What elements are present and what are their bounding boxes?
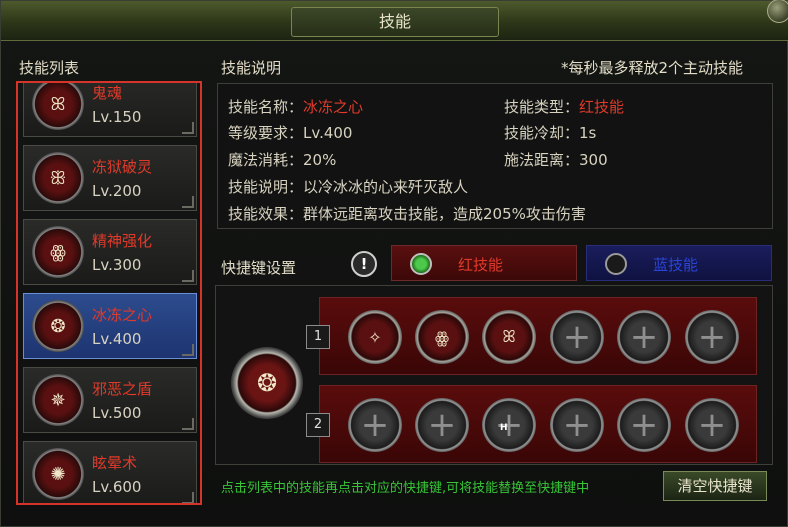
skill-type-label: 技能类型： — [504, 98, 580, 116]
skill-level: Lv.150 — [92, 108, 142, 126]
plus-icon: + — [360, 405, 390, 445]
hotkey-row-2-number: 2 — [306, 413, 330, 437]
skill-name-row: 技能名称：冰冻之心 — [228, 96, 363, 117]
blue-skill-toggle[interactable]: 蓝技能 — [586, 245, 772, 281]
skill-level: Lv.500 — [92, 404, 142, 422]
hotkey-hint-text: 点击列表中的技能再点击对应的快捷键,可将技能替换至快捷键中 — [221, 481, 590, 496]
blue-skill-label: 蓝技能 — [653, 256, 699, 274]
plus-icon: + — [697, 405, 727, 445]
corner-ornament — [182, 196, 194, 208]
hotkey-slot-1-3[interactable]: ꕤ — [482, 310, 536, 364]
hotkey-slot-2-6[interactable]: + — [685, 398, 739, 452]
plus-icon: + — [697, 317, 727, 357]
hotkey-slot-1-1[interactable]: ✧ — [348, 310, 402, 364]
skill-name: 邪恶之盾 — [92, 380, 153, 398]
plus-icon: + — [562, 405, 592, 445]
skill-level: Lv.200 — [92, 182, 142, 200]
clear-hotkeys-button[interactable]: 清空快捷键 — [663, 471, 767, 501]
selected-skill-preview-icon[interactable]: ❂ — [231, 347, 303, 419]
skill-list-item[interactable]: ꕤ 鬼魂 Lv.150 — [23, 83, 197, 137]
skill-name: 冰冻之心 — [92, 306, 153, 324]
skill-list-item[interactable]: ꕥ 冻狱破灵 Lv.200 — [23, 145, 197, 211]
skill-name: 鬼魂 — [92, 84, 123, 102]
skill-name: 眩晕术 — [92, 454, 138, 472]
plus-icon: + — [629, 317, 659, 357]
radio-unselected-icon — [605, 253, 627, 275]
skill-info-panel: 技能名称：冰冻之心 技能类型：红技能 等级要求：Lv.400 技能冷却：1s 魔… — [217, 83, 773, 229]
plus-icon: + — [562, 317, 592, 357]
cast-range: 施法距离：300 — [504, 151, 608, 169]
skill-type-row: 技能类型：红技能 — [504, 96, 624, 117]
help-icon[interactable]: ! — [351, 251, 377, 277]
corner-ornament — [182, 270, 194, 282]
hotkey-settings-title: 快捷键设置 — [221, 259, 297, 277]
hotkey-slot-2-3[interactable]: + H — [482, 398, 536, 452]
skill-list: ꕤ 鬼魂 Lv.150 ꕥ 冻狱破灵 Lv.200 ꙮ 精神强化 Lv.300 … — [16, 81, 202, 505]
skill-name: 冻狱破灵 — [92, 158, 153, 176]
plus-icon: + — [629, 405, 659, 445]
hotkey-slot-2-1[interactable]: + — [348, 398, 402, 452]
hotkey-slot-1-6[interactable]: + — [685, 310, 739, 364]
frost-prison-skill-icon: ꕥ — [32, 152, 84, 204]
ghost-skill-icon: ꕤ — [502, 327, 516, 346]
hotkey-slot-2-4[interactable]: + — [550, 398, 604, 452]
spirit-boost-skill-icon: ꙮ — [32, 226, 84, 278]
frozen-heart-skill-icon: ❂ — [32, 300, 84, 352]
window-title: 技能 — [291, 7, 499, 37]
radio-selected-icon — [410, 253, 432, 275]
red-skill-label: 红技能 — [458, 256, 504, 274]
close-icon[interactable] — [767, 0, 788, 23]
skill-description-title: 技能说明 — [221, 59, 282, 77]
skill-description-text: 技能说明：以冷冰冰的心来歼灭敌人 — [228, 178, 469, 196]
hotkey-slot-2-2[interactable]: + — [415, 398, 469, 452]
hotkey-row-1-number: 1 — [306, 325, 330, 349]
skill-name-label: 技能名称： — [228, 98, 304, 116]
hotkey-slot-2-5[interactable]: + — [617, 398, 671, 452]
spirit-boost-skill-icon: ꙮ — [434, 327, 450, 347]
corner-ornament — [182, 492, 194, 503]
skill-name-value: 冰冻之心 — [303, 98, 364, 116]
ghost-skill-icon: ꕤ — [32, 83, 84, 130]
corner-ornament — [182, 344, 194, 356]
mana-cost: 魔法消耗：20% — [228, 151, 337, 169]
corner-ornament — [182, 122, 194, 134]
skill-list-item-selected[interactable]: ❂ 冰冻之心 Lv.400 — [23, 293, 197, 359]
skill-level: Lv.400 — [92, 330, 142, 348]
skill-name: 精神强化 — [92, 232, 153, 250]
red-skill-toggle[interactable]: 红技能 — [391, 245, 577, 281]
title-bar: 技能 — [1, 0, 788, 41]
evil-shield-skill-icon: ✵ — [32, 374, 84, 426]
corner-ornament — [182, 418, 194, 430]
hotkey-cursor-mark: H — [500, 423, 508, 433]
skill-effect-text: 技能效果：群体远距离攻击技能，造成205%攻击伤害 — [228, 205, 586, 223]
skill-list-title: 技能列表 — [19, 59, 80, 77]
skill-level: Lv.600 — [92, 478, 142, 496]
level-requirement: 等级要求：Lv.400 — [228, 124, 353, 142]
cast-limit-note: *每秒最多释放2个主动技能 — [561, 59, 744, 77]
skill-cooldown: 技能冷却：1s — [504, 124, 597, 142]
hotkey-slot-1-2[interactable]: ꙮ — [415, 310, 469, 364]
stun-skill-icon: ✺ — [32, 448, 84, 500]
skill-level: Lv.300 — [92, 256, 142, 274]
skill-window: 技能 技能列表 ꕤ 鬼魂 Lv.150 ꕥ 冻狱破灵 Lv.200 ꙮ 精神强化… — [0, 0, 788, 527]
skill-list-item[interactable]: ✵ 邪恶之盾 Lv.500 — [23, 367, 197, 433]
hotkey-slot-1-4[interactable]: + — [550, 310, 604, 364]
plus-icon: + — [427, 405, 457, 445]
hotkey-slot-1-5[interactable]: + — [617, 310, 671, 364]
skill-type-value: 红技能 — [579, 98, 625, 116]
skill-list-item[interactable]: ꙮ 精神强化 Lv.300 — [23, 219, 197, 285]
frost-skill-icon: ✧ — [368, 327, 382, 347]
skill-list-item[interactable]: ✺ 眩晕术 Lv.600 — [23, 441, 197, 503]
